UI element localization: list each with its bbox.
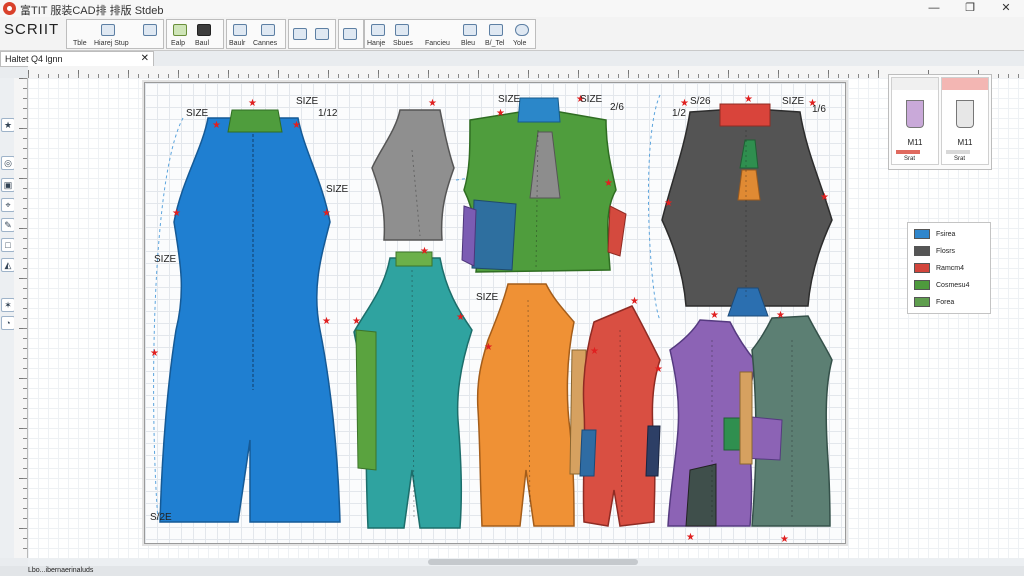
notch-marker: ★ [654, 364, 663, 375]
piece-tan-block [739, 371, 753, 465]
piece-orange-insert [737, 169, 761, 201]
notch-marker: ★ [292, 120, 301, 131]
piece-collar-green [227, 109, 283, 133]
legend-swatch [914, 280, 930, 290]
horizontal-scrollbar[interactable] [28, 558, 1024, 566]
size-label: SIZE [326, 184, 349, 195]
notch-marker: ★ [780, 534, 789, 545]
size-label: SIZE [580, 94, 603, 105]
piece-blue-strip [579, 429, 597, 477]
notch-marker: ★ [248, 98, 257, 109]
legend-swatch [914, 246, 930, 256]
pattern-layout: ★ ★ ★ ★ ★ ★ ★ ★ ★ ★ ★ ★ ★ ★ ★ ★ ★ ★ ★ ★ … [150, 94, 833, 545]
size-label: 1/2 [672, 108, 686, 119]
notch-marker: ★ [744, 94, 753, 105]
size-label: SIZE [782, 96, 805, 107]
notch-marker: ★ [710, 310, 719, 321]
thumbnail-item[interactable]: M11 Srat [891, 77, 939, 165]
piece-blue-collar [517, 97, 561, 123]
piece-purple-sleeve [461, 205, 477, 267]
thumbnail-header [892, 78, 938, 90]
notch-marker: ★ [820, 192, 829, 203]
notch-marker: ★ [496, 108, 505, 119]
size-label: SIZE [296, 96, 319, 107]
status-bar: Lbo...ibernaerinaluds [0, 566, 1024, 576]
notch-marker: ★ [456, 312, 465, 323]
notch-marker: ★ [428, 98, 437, 109]
scrollbar-thumb[interactable] [428, 559, 638, 565]
piece-red-sleeve [607, 205, 627, 257]
garment-thumb-icon [956, 100, 974, 128]
legend-item[interactable]: Ramcm4 [914, 263, 964, 275]
piece-red-collar [719, 103, 771, 127]
notch-marker: ★ [630, 296, 639, 307]
notch-marker: ★ [776, 310, 785, 321]
piece-green-strip [355, 329, 377, 471]
notch-marker: ★ [172, 208, 181, 219]
status-text: Lbo...ibernaerinaluds [28, 567, 94, 574]
thumbnail-color-bar [946, 150, 970, 154]
size-label: SIZE [476, 292, 499, 303]
fabric-legend: Fsirea Flosrs Ramcm4 Cosmesu4 Forea [907, 222, 991, 314]
legend-swatch [914, 297, 930, 307]
thumbnail-caption: M11 [907, 138, 923, 147]
piece-navy-strip [645, 425, 661, 477]
notch-marker: ★ [420, 246, 429, 257]
notch-marker: ★ [322, 316, 331, 327]
thumbnail-item-selected[interactable]: M11 Srat [941, 77, 989, 165]
size-label: SIZE [186, 108, 209, 119]
garment-thumb-icon [906, 100, 924, 128]
size-label: SIZE [498, 94, 521, 105]
thumbnail-color-bar [896, 150, 920, 154]
notch-marker: ★ [686, 532, 695, 543]
size-label: 1/6 [812, 104, 826, 115]
thumbnail-sub: Srat [904, 156, 916, 162]
piece-dark-gray-vest[interactable] [661, 109, 833, 307]
size-label: S/26 [690, 96, 711, 107]
notch-marker: ★ [664, 198, 673, 209]
piece-green-block [723, 417, 743, 451]
piece-orange-dress[interactable] [476, 283, 575, 527]
notch-marker: ★ [604, 178, 613, 189]
thumbnail-panel: M11 Srat M11 Srat [888, 74, 992, 170]
piece-red-dress[interactable] [582, 305, 661, 527]
thumbnail-sub: Srat [954, 156, 966, 162]
notch-marker: ★ [484, 342, 493, 353]
legend-item[interactable]: Flosrs [914, 246, 955, 258]
size-label: SIZE [154, 254, 177, 265]
size-label: 1/12 [318, 108, 338, 119]
legend-item[interactable]: Fsirea [914, 229, 955, 241]
notch-marker: ★ [590, 346, 599, 357]
notch-marker: ★ [322, 208, 331, 219]
legend-swatch [914, 229, 930, 239]
piece-blue-panel [471, 199, 517, 271]
size-label: 2/6 [610, 102, 624, 113]
legend-swatch [914, 263, 930, 273]
thumbnail-header [942, 78, 988, 90]
notch-marker: ★ [352, 316, 361, 327]
thumbnail-caption: M11 [957, 138, 973, 147]
size-label: S/2E [150, 512, 172, 523]
piece-long-jumpsuit-blue[interactable] [159, 117, 341, 523]
legend-item[interactable]: Cosmesu4 [914, 280, 969, 292]
notch-marker: ★ [150, 348, 159, 359]
piece-sleeveless-top-gray[interactable] [371, 109, 455, 241]
notch-marker: ★ [212, 120, 221, 131]
legend-item[interactable]: Forea [914, 297, 954, 309]
